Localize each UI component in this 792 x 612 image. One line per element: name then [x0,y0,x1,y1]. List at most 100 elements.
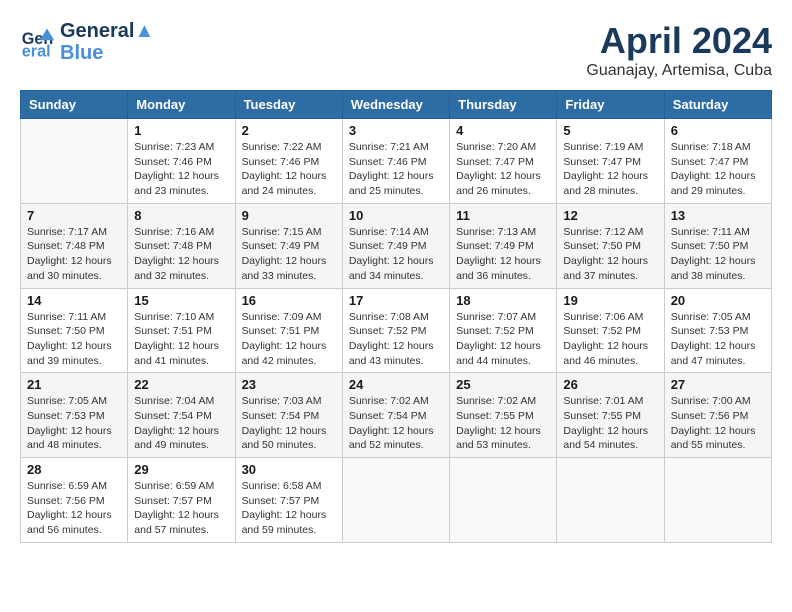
calendar-cell: 4 Sunrise: 7:20 AMSunset: 7:47 PMDaylight… [450,119,557,204]
day-info: Sunrise: 7:19 AMSunset: 7:47 PMDaylight:… [563,140,657,199]
calendar-cell: 3 Sunrise: 7:21 AMSunset: 7:46 PMDaylight… [342,119,449,204]
weekday-header-thursday: Thursday [450,91,557,119]
day-number: 2 [242,123,336,138]
day-number: 13 [671,208,765,223]
calendar-cell: 27 Sunrise: 7:00 AMSunset: 7:56 PMDayligh… [664,373,771,458]
month-title: April 2024 [586,20,772,62]
header: Gen eral General▲ Blue April 2024 Guanaj… [20,20,772,80]
calendar-cell: 7 Sunrise: 7:17 AMSunset: 7:48 PMDaylight… [21,203,128,288]
day-number: 23 [242,377,336,392]
calendar-cell [557,458,664,543]
day-number: 26 [563,377,657,392]
calendar-cell [450,458,557,543]
day-info: Sunrise: 7:14 AMSunset: 7:49 PMDaylight:… [349,225,443,284]
logo: Gen eral General▲ Blue [20,20,154,64]
day-number: 16 [242,293,336,308]
calendar-cell: 21 Sunrise: 7:05 AMSunset: 7:53 PMDayligh… [21,373,128,458]
title-area: April 2024 Guanajay, Artemisa, Cuba [586,20,772,80]
day-number: 28 [27,462,121,477]
logo-icon: Gen eral [20,24,56,60]
day-number: 1 [134,123,228,138]
day-info: Sunrise: 7:03 AMSunset: 7:54 PMDaylight:… [242,394,336,453]
day-number: 17 [349,293,443,308]
calendar-cell: 23 Sunrise: 7:03 AMSunset: 7:54 PMDayligh… [235,373,342,458]
day-number: 24 [349,377,443,392]
calendar-cell: 28 Sunrise: 6:59 AMSunset: 7:56 PMDayligh… [21,458,128,543]
day-info: Sunrise: 7:16 AMSunset: 7:48 PMDaylight:… [134,225,228,284]
day-number: 20 [671,293,765,308]
day-info: Sunrise: 7:12 AMSunset: 7:50 PMDaylight:… [563,225,657,284]
calendar-cell: 25 Sunrise: 7:02 AMSunset: 7:55 PMDayligh… [450,373,557,458]
day-info: Sunrise: 7:02 AMSunset: 7:54 PMDaylight:… [349,394,443,453]
day-info: Sunrise: 7:04 AMSunset: 7:54 PMDaylight:… [134,394,228,453]
day-info: Sunrise: 7:18 AMSunset: 7:47 PMDaylight:… [671,140,765,199]
day-number: 14 [27,293,121,308]
calendar-cell: 1 Sunrise: 7:23 AMSunset: 7:46 PMDaylight… [128,119,235,204]
day-number: 15 [134,293,228,308]
calendar-cell [21,119,128,204]
calendar-cell: 8 Sunrise: 7:16 AMSunset: 7:48 PMDaylight… [128,203,235,288]
day-number: 9 [242,208,336,223]
week-row-2: 7 Sunrise: 7:17 AMSunset: 7:48 PMDaylight… [21,203,772,288]
calendar-cell: 29Sunrise: 6:59 AMSunset: 7:57 PMDayligh… [128,458,235,543]
day-info: Sunrise: 7:15 AMSunset: 7:49 PMDaylight:… [242,225,336,284]
day-number: 29 [134,462,228,477]
day-number: 7 [27,208,121,223]
day-info: Sunrise: 7:11 AMSunset: 7:50 PMDaylight:… [27,310,121,369]
day-info: Sunrise: 7:05 AMSunset: 7:53 PMDaylight:… [671,310,765,369]
logo-text: General▲ Blue [60,20,154,64]
calendar-cell: 14 Sunrise: 7:11 AMSunset: 7:50 PMDayligh… [21,288,128,373]
day-info: Sunrise: 6:59 AMSunset: 7:56 PMDaylight:… [27,479,121,538]
day-info: Sunrise: 7:10 AMSunset: 7:51 PMDaylight:… [134,310,228,369]
day-info: Sunrise: 7:21 AMSunset: 7:46 PMDaylight:… [349,140,443,199]
calendar-cell: 9 Sunrise: 7:15 AMSunset: 7:49 PMDaylight… [235,203,342,288]
day-number: 5 [563,123,657,138]
weekday-header-row: SundayMondayTuesdayWednesdayThursdayFrid… [21,91,772,119]
day-info: Sunrise: 7:20 AMSunset: 7:47 PMDaylight:… [456,140,550,199]
svg-text:eral: eral [22,42,51,60]
calendar-cell: 18Sunrise: 7:07 AMSunset: 7:52 PMDayligh… [450,288,557,373]
week-row-3: 14 Sunrise: 7:11 AMSunset: 7:50 PMDayligh… [21,288,772,373]
calendar-cell: 19 Sunrise: 7:06 AMSunset: 7:52 PMDayligh… [557,288,664,373]
day-info: Sunrise: 7:13 AMSunset: 7:49 PMDaylight:… [456,225,550,284]
day-info: Sunrise: 7:00 AMSunset: 7:56 PMDaylight:… [671,394,765,453]
day-number: 8 [134,208,228,223]
weekday-header-sunday: Sunday [21,91,128,119]
subtitle: Guanajay, Artemisa, Cuba [586,62,772,80]
day-number: 30 [242,462,336,477]
day-info: Sunrise: 7:22 AMSunset: 7:46 PMDaylight:… [242,140,336,199]
calendar-cell: 15 Sunrise: 7:10 AMSunset: 7:51 PMDayligh… [128,288,235,373]
day-number: 27 [671,377,765,392]
calendar-cell: 16 Sunrise: 7:09 AMSunset: 7:51 PMDayligh… [235,288,342,373]
calendar-cell: 6 Sunrise: 7:18 AMSunset: 7:47 PMDaylight… [664,119,771,204]
week-row-1: 1 Sunrise: 7:23 AMSunset: 7:46 PMDaylight… [21,119,772,204]
calendar-cell: 17 Sunrise: 7:08 AMSunset: 7:52 PMDayligh… [342,288,449,373]
calendar-cell: 10 Sunrise: 7:14 AMSunset: 7:49 PMDayligh… [342,203,449,288]
weekday-header-friday: Friday [557,91,664,119]
calendar-cell [664,458,771,543]
week-row-4: 21 Sunrise: 7:05 AMSunset: 7:53 PMDayligh… [21,373,772,458]
day-number: 3 [349,123,443,138]
day-info: Sunrise: 7:08 AMSunset: 7:52 PMDaylight:… [349,310,443,369]
weekday-header-monday: Monday [128,91,235,119]
day-info: Sunrise: 7:05 AMSunset: 7:53 PMDaylight:… [27,394,121,453]
day-number: 19 [563,293,657,308]
day-info: Sunrise: 7:02 AMSunset: 7:55 PMDaylight:… [456,394,550,453]
day-number: 12 [563,208,657,223]
calendar-cell: 12 Sunrise: 7:12 AMSunset: 7:50 PMDayligh… [557,203,664,288]
day-number: 21 [27,377,121,392]
day-number: 25 [456,377,550,392]
day-info: Sunrise: 7:23 AMSunset: 7:46 PMDaylight:… [134,140,228,199]
week-row-5: 28 Sunrise: 6:59 AMSunset: 7:56 PMDayligh… [21,458,772,543]
day-info: Sunrise: 7:01 AMSunset: 7:55 PMDaylight:… [563,394,657,453]
day-info: Sunrise: 7:09 AMSunset: 7:51 PMDaylight:… [242,310,336,369]
calendar-cell: 11Sunrise: 7:13 AMSunset: 7:49 PMDayligh… [450,203,557,288]
day-number: 6 [671,123,765,138]
calendar-table: SundayMondayTuesdayWednesdayThursdayFrid… [20,90,772,543]
day-info: Sunrise: 7:06 AMSunset: 7:52 PMDaylight:… [563,310,657,369]
day-number: 4 [456,123,550,138]
calendar-cell: 26 Sunrise: 7:01 AMSunset: 7:55 PMDayligh… [557,373,664,458]
calendar-cell: 30Sunrise: 6:58 AMSunset: 7:57 PMDayligh… [235,458,342,543]
day-number: 10 [349,208,443,223]
day-info: Sunrise: 7:17 AMSunset: 7:48 PMDaylight:… [27,225,121,284]
